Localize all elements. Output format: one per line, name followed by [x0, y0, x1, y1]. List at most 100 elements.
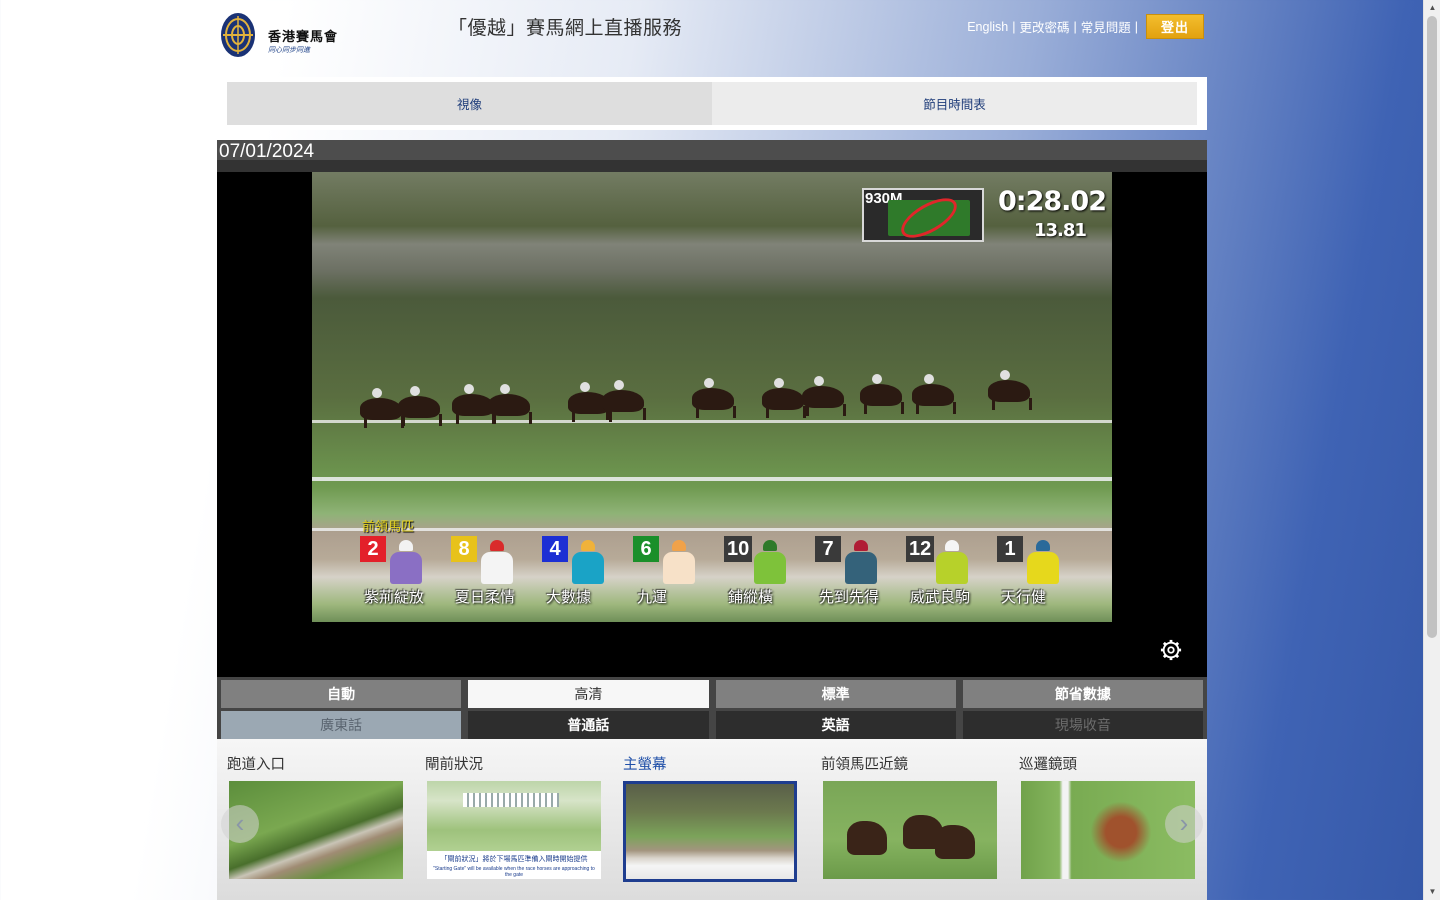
runner-number: 1 — [997, 536, 1023, 562]
quality-row: 自動 高清 標準 節省數據 — [221, 680, 1203, 708]
runner-number: 12 — [906, 536, 935, 562]
starting-gate — [463, 793, 559, 807]
site-title: 「優越」賽馬網上直播服務 — [448, 18, 683, 39]
racehorse — [602, 380, 646, 420]
logo-slogan: 同心同步同進 — [268, 47, 310, 54]
camera-starting-gate[interactable]: 閘前狀況 「閘前狀況」將於下場馬匹準備入閘時開始提供 "Starting Gat… — [425, 753, 603, 879]
video-frame[interactable]: 930M 0:28.02 13.81 前領馬匹 2 紫荊綻放 8 夏日柔情 4 大數據 6 九… — [312, 172, 1112, 622]
logo-name: 香港賽馬會 — [268, 30, 339, 45]
racehorse — [860, 374, 904, 414]
video-player[interactable]: 930M 0:28.02 13.81 前領馬匹 2 紫荊綻放 8 夏日柔情 4 大數據 6 九… — [217, 172, 1207, 677]
jockey-club-logo[interactable]: 香港賽馬會 同心同步同進 — [220, 12, 360, 60]
racehorse — [912, 374, 956, 414]
scroll-up-icon[interactable]: ▲ — [1424, 0, 1440, 16]
nav-separator: | — [1073, 19, 1077, 34]
split-time: 13.81 — [1034, 220, 1087, 241]
camera-label: 前領馬匹近鏡 — [821, 757, 908, 773]
racehorse — [398, 386, 442, 426]
scrollbar-thumb[interactable] — [1427, 16, 1437, 638]
chevron-left-icon[interactable]: ‹ — [221, 805, 259, 843]
runner-6: 6 九運 — [633, 534, 725, 622]
runner-12: 12 威武良駒 — [906, 534, 998, 622]
main-tabs: 視像 節目時間表 — [217, 77, 1207, 130]
audio-cantonese-button[interactable]: 廣東話 — [221, 711, 462, 739]
runner-number: 7 — [815, 536, 841, 562]
runner-number: 2 — [360, 536, 386, 562]
camera-thumbnail[interactable] — [823, 781, 997, 879]
camera-thumbnail[interactable]: 「閘前狀況」將於下場馬匹準備入閘時開始提供 "Starting Gate" wi… — [427, 781, 601, 879]
leading-runners: 2 紫荊綻放 8 夏日柔情 4 大數據 6 九運 10 鋪縱橫 7 先到先得 12 威武良駒 1 天行健 — [312, 534, 1112, 622]
notice-cn: 「閘前狀況」將於下場馬匹準備入閘時開始提供 — [440, 856, 588, 863]
racehorse — [692, 378, 736, 418]
chevron-right-icon[interactable]: › — [1165, 805, 1203, 843]
leading-horses-label: 前領馬匹 — [362, 519, 415, 534]
audio-english-button[interactable]: 英語 — [715, 711, 956, 739]
runner-8: 8 夏日柔情 — [451, 534, 543, 622]
racehorse — [935, 825, 975, 859]
notice-en: "Starting Gate" will be available when t… — [433, 866, 595, 878]
racehorse — [488, 384, 532, 424]
camera-label: 主螢幕 — [623, 757, 667, 773]
tab-schedule[interactable]: 節目時間表 — [712, 82, 1197, 125]
jockey-silks-icon — [388, 540, 422, 584]
racehorse — [762, 378, 806, 418]
track-rail — [312, 528, 1112, 531]
change-password-link[interactable]: 更改密碼 — [1019, 17, 1069, 36]
race-timer: 0:28.02 — [998, 186, 1107, 217]
track-map-icon — [888, 190, 970, 246]
quality-hd-button[interactable]: 高清 — [468, 680, 709, 708]
camera-thumbnail[interactable] — [623, 781, 797, 882]
runner-name: 天行健 — [1001, 589, 1047, 606]
date-bar: 07/01/2024 — [217, 140, 1207, 172]
gear-icon[interactable] — [1160, 639, 1182, 661]
quality-data-saver-button[interactable]: 節省數據 — [962, 680, 1203, 708]
crest-icon — [221, 13, 255, 57]
runner-number: 10 — [724, 536, 753, 562]
scroll-down-icon[interactable]: ▼ — [1424, 884, 1440, 900]
nav-separator: | — [1134, 19, 1138, 34]
jockey-silks-icon — [752, 540, 786, 584]
runner-4: 4 大數據 — [542, 534, 634, 622]
camera-label: 巡邏鏡頭 — [1019, 757, 1077, 773]
racehorse — [802, 376, 846, 416]
racehorse — [847, 821, 887, 855]
top-navigation: English | 更改密碼 | 常見問題 | 登出 — [967, 14, 1204, 39]
nav-separator: | — [1012, 19, 1016, 34]
quality-auto-button[interactable]: 自動 — [221, 680, 462, 708]
runner-number: 6 — [633, 536, 659, 562]
runner-number: 4 — [542, 536, 568, 562]
english-link[interactable]: English — [967, 20, 1008, 34]
racehorse — [360, 388, 404, 428]
logout-button[interactable]: 登出 — [1145, 14, 1204, 39]
runner-2: 2 紫荊綻放 — [360, 534, 452, 622]
runner-1: 1 天行健 — [997, 534, 1089, 622]
starting-gate-notice: 「閘前狀況」將於下場馬匹準備入閘時開始提供 "Starting Gate" wi… — [427, 851, 601, 879]
camera-patrol[interactable]: 巡邏鏡頭 — [1019, 753, 1197, 879]
jockey-silks-icon — [1025, 540, 1059, 584]
camera-label: 閘前狀況 — [425, 757, 483, 773]
runner-number: 8 — [451, 536, 477, 562]
race-position-graphic: 930M — [862, 188, 984, 246]
race-date: 07/01/2024 — [219, 141, 315, 162]
jockey-silks-icon — [661, 540, 695, 584]
camera-track-entrance[interactable]: 跑道入口 — [227, 753, 405, 879]
stream-controls: 自動 高清 標準 節省數據 廣東話 普通話 英語 現場收音 — [217, 677, 1207, 739]
jockey-silks-icon — [934, 540, 968, 584]
page-scrollbar[interactable]: ▲ ▼ — [1423, 0, 1440, 900]
camera-leader-closeup[interactable]: 前領馬匹近鏡 — [821, 753, 999, 879]
camera-label: 跑道入口 — [227, 757, 285, 773]
tab-video[interactable]: 視像 — [227, 82, 712, 125]
audio-live-sound-button: 現場收音 — [962, 711, 1203, 739]
track-rail — [312, 477, 1112, 481]
jockey-silks-icon — [570, 540, 604, 584]
jockey-silks-icon — [479, 540, 513, 584]
runner-10: 10 鋪縱橫 — [724, 534, 816, 622]
faq-link[interactable]: 常見問題 — [1081, 17, 1131, 36]
jockey-silks-icon — [843, 540, 877, 584]
camera-main-screen[interactable]: 主螢幕 — [623, 753, 801, 882]
quality-standard-button[interactable]: 標準 — [715, 680, 956, 708]
racehorse — [988, 370, 1032, 410]
runner-7: 7 先到先得 — [815, 534, 907, 622]
audio-row: 廣東話 普通話 英語 現場收音 — [221, 711, 1203, 739]
audio-mandarin-button[interactable]: 普通話 — [468, 711, 709, 739]
